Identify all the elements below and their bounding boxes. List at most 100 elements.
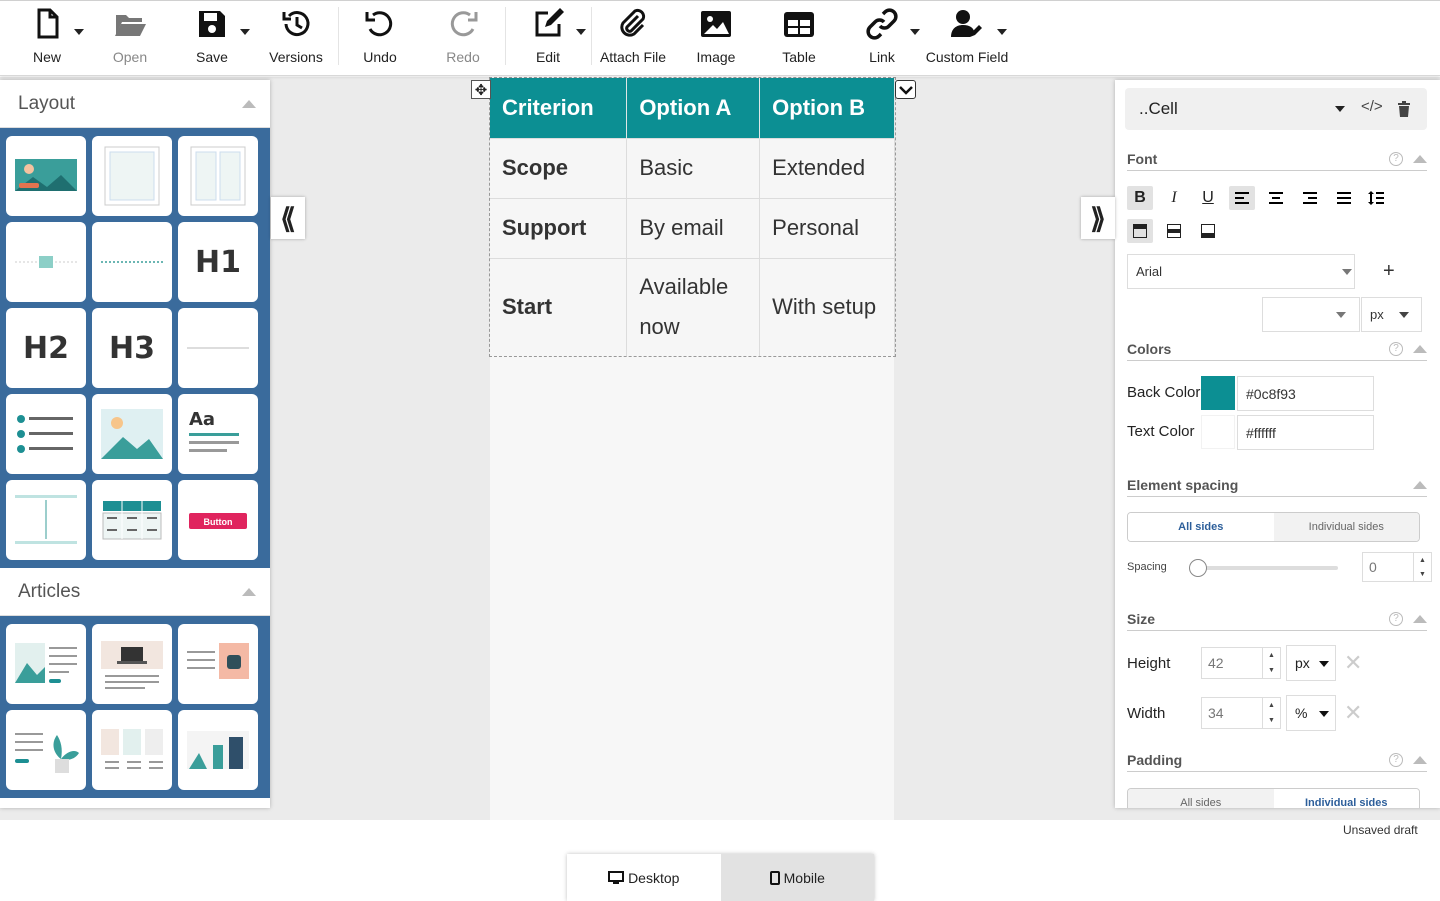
height-input[interactable]: 42 ▲ ▼ — [1201, 647, 1281, 679]
font-family-select[interactable]: Arial — [1127, 254, 1355, 289]
article-plant-block[interactable] — [6, 710, 86, 790]
padding-section-header[interactable]: Padding ? — [1127, 748, 1427, 772]
image-button[interactable]: Image — [694, 5, 738, 71]
comparison-table[interactable]: Criterion Option A Option B Scope Basic … — [489, 77, 896, 357]
size-section-header[interactable]: Size ? — [1127, 607, 1427, 631]
text-color-input[interactable]: #ffffff — [1237, 415, 1374, 450]
collapse-up-icon[interactable] — [1413, 154, 1427, 163]
code-icon[interactable]: </> — [1361, 98, 1383, 115]
stepper-down-icon[interactable]: ▼ — [1263, 663, 1280, 678]
desktop-view-button[interactable]: Desktop — [567, 854, 721, 901]
stepper-up-icon[interactable]: ▲ — [1414, 553, 1431, 567]
heading-2-block[interactable]: H2 — [6, 308, 86, 388]
button-block[interactable]: Button — [178, 480, 258, 560]
width-unit-select[interactable]: % — [1286, 695, 1336, 731]
align-left-button[interactable] — [1229, 186, 1255, 210]
versions-button[interactable]: Versions — [268, 5, 324, 71]
height-unit-select[interactable]: px — [1286, 645, 1336, 681]
line-height-button[interactable] — [1363, 186, 1389, 210]
table-cell[interactable]: Available now — [626, 257, 761, 356]
collapse-up-icon[interactable] — [1413, 614, 1427, 623]
element-selector[interactable]: ..Cell </> — [1125, 88, 1427, 130]
heading-1-block[interactable]: H1 — [178, 222, 258, 302]
open-button[interactable]: Open — [108, 5, 152, 71]
clear-height-icon[interactable]: ✕ — [1344, 650, 1362, 676]
trash-icon[interactable] — [1397, 101, 1411, 117]
valign-middle-button[interactable] — [1161, 219, 1187, 243]
new-button[interactable]: New — [27, 5, 67, 71]
align-right-button[interactable] — [1297, 186, 1323, 210]
help-icon[interactable]: ? — [1389, 341, 1403, 356]
collapse-right-panel-button[interactable]: ⟫ — [1081, 197, 1115, 239]
table-header-cell[interactable]: Option B — [759, 78, 895, 138]
spacing-slider-handle[interactable] — [1189, 559, 1207, 577]
table-cell[interactable]: Personal — [759, 197, 895, 258]
layout-section-header[interactable]: Layout — [0, 80, 270, 128]
bold-button[interactable]: B — [1127, 186, 1153, 210]
image-banner-block[interactable] — [6, 136, 86, 216]
table-header-cell[interactable]: Criterion — [490, 78, 628, 138]
edit-caret-icon[interactable] — [576, 29, 586, 35]
checklist-block[interactable] — [6, 394, 86, 474]
table-cell[interactable]: Start — [490, 257, 628, 356]
height-stepper[interactable]: ▲ ▼ — [1262, 648, 1280, 678]
separator-block[interactable] — [178, 308, 258, 388]
underline-button[interactable]: U — [1195, 186, 1221, 210]
container-block[interactable] — [92, 136, 172, 216]
redo-button[interactable]: Redo — [443, 5, 483, 71]
help-icon[interactable]: ? — [1389, 611, 1403, 626]
article-city-block[interactable] — [178, 710, 258, 790]
custom-field-caret-icon[interactable] — [997, 29, 1007, 35]
help-icon[interactable]: ? — [1389, 752, 1403, 767]
stepper-down-icon[interactable]: ▼ — [1414, 567, 1431, 581]
article-decor-block[interactable] — [92, 710, 172, 790]
font-size-select[interactable] — [1262, 297, 1360, 332]
text-color-swatch[interactable] — [1201, 415, 1235, 449]
spacing-stepper[interactable]: ▲ ▼ — [1413, 553, 1431, 581]
back-color-swatch[interactable] — [1201, 376, 1235, 410]
text-block[interactable]: Aa — [178, 394, 258, 474]
table-button[interactable]: Table — [779, 5, 819, 71]
table-cell[interactable]: With setup — [759, 257, 895, 356]
collapse-up-icon[interactable] — [242, 99, 256, 108]
valign-top-button[interactable] — [1127, 219, 1153, 243]
width-input[interactable]: 34 ▲ ▼ — [1201, 697, 1281, 729]
edit-button[interactable]: Edit — [528, 5, 568, 71]
stepper-up-icon[interactable]: ▲ — [1263, 648, 1280, 663]
divider-line-block[interactable] — [92, 222, 172, 302]
collapse-up-icon[interactable] — [1413, 480, 1427, 489]
all-sides-tab[interactable]: All sides — [1128, 513, 1274, 541]
article-landscape-block[interactable] — [6, 624, 86, 704]
undo-button[interactable]: Undo — [360, 5, 400, 71]
table-cell[interactable]: By email — [626, 197, 761, 258]
clear-width-icon[interactable]: ✕ — [1344, 700, 1362, 726]
move-handle-icon[interactable]: ✥ — [471, 80, 491, 99]
valign-bottom-button[interactable] — [1195, 219, 1221, 243]
mobile-view-button[interactable]: Mobile — [720, 854, 874, 901]
save-button[interactable]: Save — [192, 5, 232, 71]
article-chair-block[interactable] — [178, 624, 258, 704]
table-cell[interactable]: Basic — [626, 137, 761, 198]
image-placeholder-block[interactable] — [6, 222, 86, 302]
two-column-block[interactable] — [178, 136, 258, 216]
collapse-up-icon[interactable] — [242, 587, 256, 596]
stepper-down-icon[interactable]: ▼ — [1263, 713, 1280, 728]
collapse-left-panel-button[interactable]: ⟪ — [271, 197, 305, 239]
padding-individual-sides-tab[interactable]: Individual sides — [1273, 789, 1419, 808]
table-cell[interactable]: Support — [490, 197, 628, 258]
collapse-up-icon[interactable] — [1413, 755, 1427, 764]
articles-section-header[interactable]: Articles — [0, 568, 270, 616]
save-caret-icon[interactable] — [240, 29, 250, 35]
custom-field-button[interactable]: Custom Field — [926, 5, 1008, 71]
spacing-input[interactable]: 0 ▲ ▼ — [1362, 552, 1432, 582]
link-caret-icon[interactable] — [910, 29, 920, 35]
collapse-up-icon[interactable] — [1413, 344, 1427, 353]
link-button[interactable]: Link — [862, 5, 902, 71]
element-spacing-section-header[interactable]: Element spacing — [1127, 473, 1427, 497]
heading-3-block[interactable]: H3 — [92, 308, 172, 388]
add-font-plus-icon[interactable]: + — [1383, 260, 1395, 283]
stepper-up-icon[interactable]: ▲ — [1263, 698, 1280, 713]
width-stepper[interactable]: ▲ ▼ — [1262, 698, 1280, 728]
justify-button[interactable] — [1331, 186, 1357, 210]
table-cell[interactable]: Extended — [759, 137, 895, 198]
